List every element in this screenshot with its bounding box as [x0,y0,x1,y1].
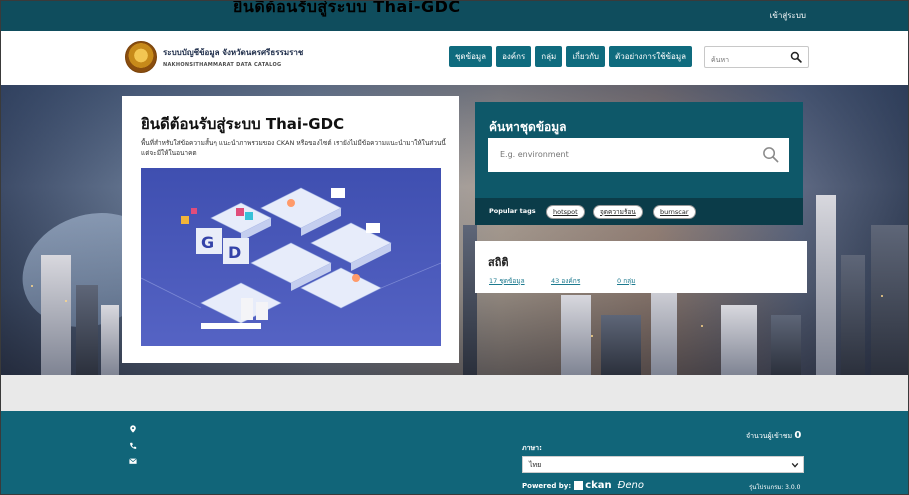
stats-datasets[interactable]: 17 ชุดข้อมูล [489,276,525,286]
site-header: ระบบบัญชีข้อมูล จังหวัดนครศรีธรรมราช NAK… [1,31,908,85]
nav-groups[interactable]: กลุ่ม [535,46,563,67]
header-search [704,46,809,70]
tag-burnscar[interactable]: burnscar [653,205,696,219]
search-icon[interactable] [762,146,779,163]
nav-about[interactable]: เกี่ยวกับ [566,46,605,67]
ckan-label: ckan [585,480,612,491]
dataset-search-input[interactable] [488,138,738,170]
dataset-search-panel: ค้นหาชุดข้อมูล Popular tags hotspot จุดค… [475,102,803,225]
browser-viewport: เข้าสู่ระบบ ระบบบัญชีข้อมูล จังหวัดนครศร… [0,0,909,495]
stats-organizations[interactable]: 43 องค์กร [551,276,580,286]
language-label: ภาษา: [522,444,542,452]
software-version: รุ่นโปรแกรม: 3.0.0 [749,484,801,491]
language-select[interactable]: ไทย [522,456,804,473]
site-footer: จำนวนผู้เข้าชม 0 ภาษา: ไทย Powered by: c… [1,411,908,494]
visitor-counter-label: จำนวนผู้เข้าชม [746,432,793,440]
header-search-input[interactable] [705,50,785,70]
welcome-description: พื้นที่สำหรับใส่ข้อความสั้นๆ แนะนำภาพรวม… [141,139,446,157]
brand-name-en: NAKHONSITHAMMARAT DATA CATALOG [163,62,282,68]
nav-showcase[interactable]: ตัวอย่างการใช้ข้อมูล [609,46,692,67]
svg-text:D: D [228,243,241,262]
chevron-down-icon [791,462,799,468]
dataset-search-title: ค้นหาชุดข้อมูล [489,120,567,134]
svg-text:G: G [201,233,214,252]
popular-tags-label: Popular tags [489,207,536,215]
search-icon[interactable] [790,51,802,63]
isometric-data-illustration: G D [141,187,441,329]
envelope-icon [129,458,137,464]
brand[interactable]: ระบบบัญชีข้อมูล จังหวัดนครศรีธรรมราช NAK… [125,41,303,73]
tag-hotspot[interactable]: hotspot [546,205,585,219]
language-selected-value: ไทย [529,461,542,469]
nav-organizations[interactable]: องค์กร [496,46,532,67]
visitor-counter: จำนวนผู้เข้าชม 0 [746,430,801,442]
map-marker-icon [130,425,136,433]
tag-hotspot-th[interactable]: จุดความร้อน [593,205,643,219]
main-nav: ชุดข้อมูล องค์กร กลุ่ม เกี่ยวกับ ตัวอย่า… [449,46,692,67]
overlay-welcome-title: ยินดีต้อนรับสู่ระบบ Thai-GDC [233,0,461,16]
content-spacer [1,375,908,411]
province-seal-logo [125,41,157,73]
brand-name-th: ระบบบัญชีข้อมูล จังหวัดนครศรีธรรมราช [163,48,304,57]
dataset-search-field [488,138,789,172]
popular-tags-bar: Popular tags hotspot จุดความร้อน burnsca… [475,198,803,225]
powered-by: Powered by: ckan Ɖeno [522,480,644,491]
ckan-logo-icon [574,481,584,490]
stats-groups[interactable]: 0 กลุ่ม [617,276,635,286]
visitor-counter-value: 0 [794,430,802,441]
login-link[interactable]: เข้าสู่ระบบ [770,9,806,22]
developer-logo[interactable]: Ɖeno [618,480,644,491]
stats-title: สถิติ [488,256,509,269]
welcome-title: ยินดีต้อนรับสู่ระบบ Thai-GDC [141,115,345,133]
stats-panel: สถิติ 17 ชุดข้อมูล 43 องค์กร 0 กลุ่ม [475,241,807,293]
gdc-catalog-illustration: G D [141,168,441,346]
phone-icon [130,442,137,449]
nav-datasets[interactable]: ชุดข้อมูล [449,46,493,67]
powered-by-label: Powered by: [522,481,572,490]
ckan-logo-link[interactable]: ckan [574,480,612,491]
welcome-panel: ยินดีต้อนรับสู่ระบบ Thai-GDC พื้นที่สำหร… [122,96,459,363]
